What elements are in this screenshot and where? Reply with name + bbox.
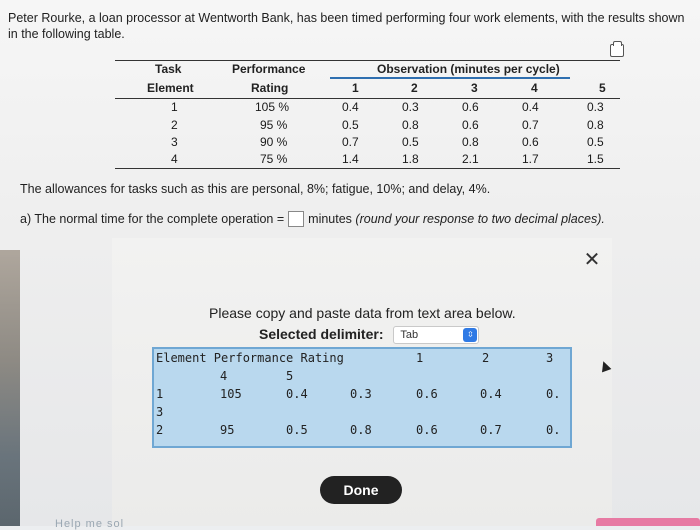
close-icon[interactable]: ✕ (582, 250, 602, 270)
textarea-row1-obs3: 0.6 (416, 387, 438, 401)
header-element: Element (147, 81, 194, 95)
row-4-obs-3: 2.1 (462, 152, 479, 166)
row-3-obs-5: 0.5 (587, 135, 604, 149)
row-1-obs-4: 0.4 (522, 100, 539, 114)
row-1-element: 1 (171, 100, 178, 114)
textarea-row1-obs1: 0.4 (286, 387, 308, 401)
row-2-obs-2: 0.8 (402, 118, 419, 132)
textarea-row1-rating: 105 (220, 387, 242, 401)
textarea-header-text: Element Performance Rating (156, 351, 344, 365)
row-1-obs-3: 0.6 (462, 100, 479, 114)
row-3-rating: 90 % (260, 135, 288, 149)
textarea-row2-obs3: 0.6 (416, 423, 438, 437)
textarea-row1-obs4: 0.4 (480, 387, 502, 401)
textarea-header-2: 2 (482, 351, 490, 365)
row-2-obs-1: 0.5 (342, 118, 359, 132)
row-4-obs-5: 1.5 (587, 152, 604, 166)
delimiter-label: Selected delimiter: (259, 326, 384, 342)
textarea-row2-obs4: 0.7 (480, 423, 502, 437)
textarea-row1-obs2: 0.3 (350, 387, 372, 401)
modal-instruction: Please copy and paste data from text are… (209, 305, 516, 321)
background-photo-strip (0, 250, 20, 526)
row-2-rating: 95 % (260, 118, 288, 132)
table-top-rule (115, 60, 620, 61)
textarea-header-4: 4 (220, 369, 228, 383)
question-hint: (round your response to two decimal plac… (355, 212, 605, 226)
textarea-wrap-3: 3 (156, 405, 164, 419)
page: Peter Rourke, a loan processor at Wentwo… (0, 0, 700, 530)
row-4-obs-2: 1.8 (402, 152, 419, 166)
delimiter-select[interactable]: Tab ⇳ (393, 326, 480, 345)
header-obs-3: 3 (471, 81, 478, 95)
done-button[interactable]: Done (320, 476, 402, 504)
question-prefix: a) The normal time for the complete oper… (20, 212, 285, 226)
textarea-row2-obs5: 0. (546, 423, 561, 437)
row-4-obs-1: 1.4 (342, 152, 359, 166)
row-2-obs-5: 0.8 (587, 118, 604, 132)
question-unit: minutes (308, 212, 352, 226)
row-3-obs-2: 0.5 (402, 135, 419, 149)
copy-icon[interactable] (610, 41, 624, 57)
row-4-obs-4: 1.7 (522, 152, 539, 166)
table-header-rule (115, 98, 620, 99)
answer-input[interactable] (288, 211, 305, 227)
allowances-text: The allowances for tasks such as this ar… (20, 182, 491, 196)
header-task: Task (155, 62, 182, 76)
textarea-row2-obs2: 0.8 (350, 423, 372, 437)
observation-underline (330, 77, 570, 79)
row-3-obs-3: 0.8 (462, 135, 479, 149)
header-obs-1: 1 (352, 81, 359, 95)
textarea-header-5: 5 (286, 369, 294, 383)
textarea-row2-element: 2 (156, 423, 164, 437)
table-bottom-rule (115, 168, 620, 169)
row-2-obs-4: 0.7 (522, 118, 539, 132)
textarea-header-3: 3 (546, 351, 554, 365)
delimiter-value: Tab (400, 329, 419, 342)
header-obs-4: 4 (531, 81, 538, 95)
row-3-obs-4: 0.6 (522, 135, 539, 149)
question-a: a) The normal time for the complete oper… (20, 211, 605, 227)
row-3-obs-1: 0.7 (342, 135, 359, 149)
header-performance: Performance (232, 62, 306, 76)
delimiter-row: Selected delimiter: Tab ⇳ (259, 326, 480, 345)
row-4-rating: 75 % (260, 152, 288, 166)
row-1-obs-1: 0.4 (342, 100, 359, 114)
check-answer-bar[interactable] (596, 518, 700, 526)
help-me-solve-link[interactable]: Help me sol (55, 518, 124, 530)
problem-statement: Peter Rourke, a loan processor at Wentwo… (8, 11, 685, 41)
textarea-row2-obs1: 0.5 (286, 423, 308, 437)
header-obs-2: 2 (411, 81, 418, 95)
row-4-element: 4 (171, 152, 178, 166)
textarea-header-1: 1 (416, 351, 424, 365)
row-2-element: 2 (171, 118, 178, 132)
textarea-row1-element: 1 (156, 387, 164, 401)
row-3-element: 3 (171, 135, 178, 149)
row-1-obs-5: 0.3 (587, 100, 604, 114)
textarea-row2-rating: 95 (220, 423, 235, 437)
row-1-obs-2: 0.3 (402, 100, 419, 114)
textarea-row1-obs5: 0. (546, 387, 561, 401)
header-observation-group: Observation (minutes per cycle) (377, 62, 560, 76)
row-2-obs-3: 0.6 (462, 118, 479, 132)
row-1-rating: 105 % (255, 100, 290, 114)
header-obs-5: 5 (599, 81, 606, 95)
data-textarea[interactable]: Element Performance Rating 1 2 3 4 5 1 1… (152, 347, 572, 448)
header-rating: Rating (251, 81, 289, 95)
data-table: Task Element Performance Rating Observat… (115, 60, 620, 170)
up-down-arrow-icon: ⇳ (463, 328, 478, 343)
